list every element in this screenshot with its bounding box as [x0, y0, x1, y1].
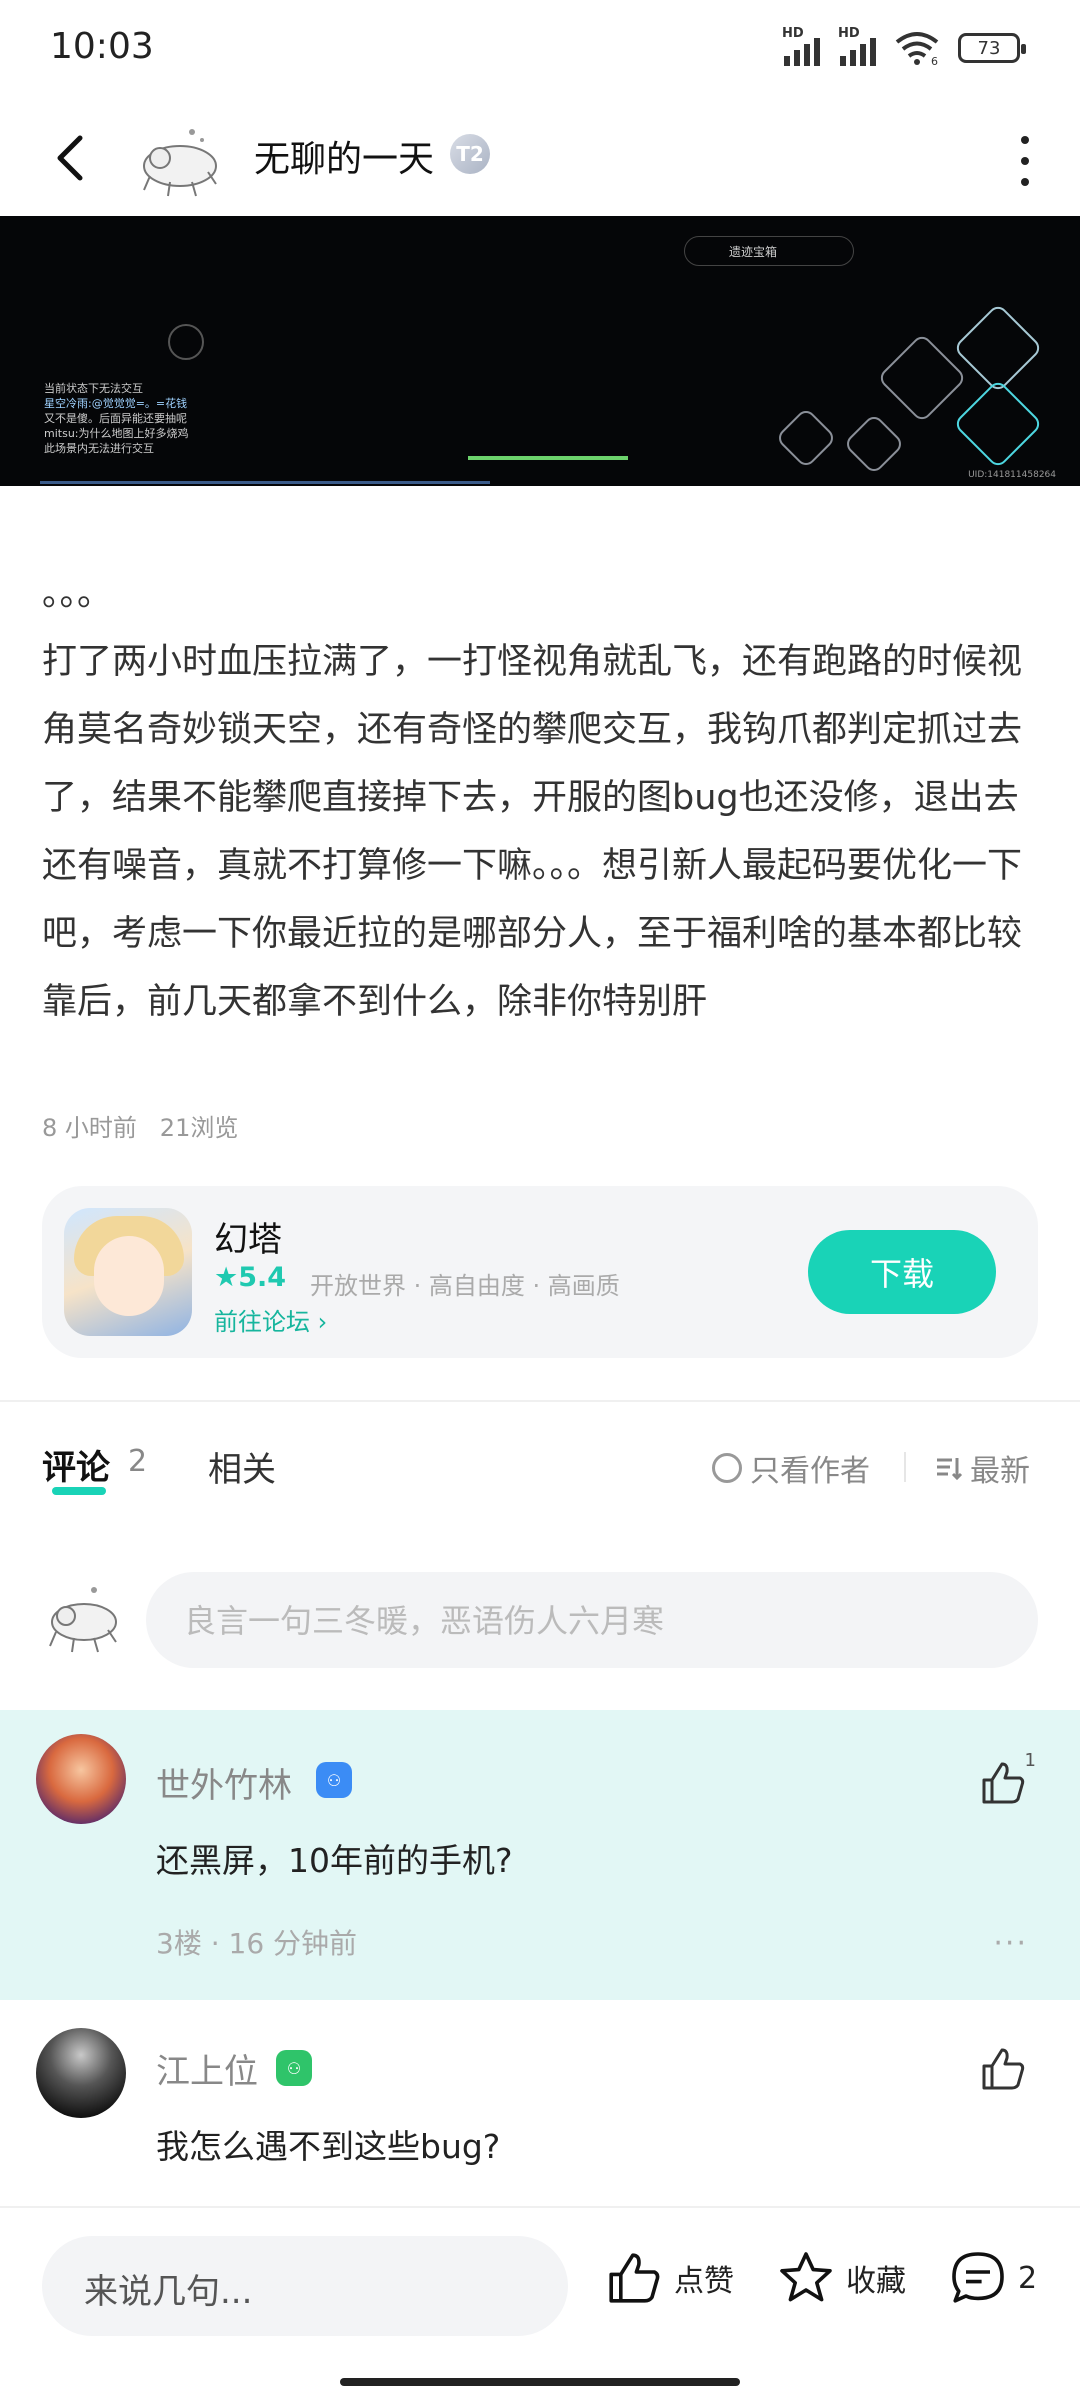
rating-value: 5.4: [238, 1262, 287, 1293]
wifi-icon: 6: [895, 32, 939, 66]
status-time: 10:03: [50, 26, 154, 67]
like-button[interactable]: 点赞: [604, 2248, 734, 2308]
comment-bubble-icon: [952, 2252, 1004, 2303]
filter-separator: [904, 1452, 906, 1482]
status-icons: HD HD 6 73: [782, 26, 1026, 66]
comment-text: 我怎么遇不到这些bug?: [156, 2127, 501, 2166]
signal-hd-label-2: HD: [838, 26, 860, 41]
comment-floor: 3楼: [156, 1927, 202, 1960]
my-avatar: [49, 1587, 117, 1653]
commenter-name[interactable]: 江上位: [156, 2044, 258, 2093]
skill-hex-icon: [774, 406, 838, 470]
post-ellipsis: 。。。: [42, 574, 113, 614]
post-meta: 8 小时前 21浏览: [42, 1108, 238, 1143]
comment-more-icon[interactable]: ···: [993, 1926, 1028, 1961]
section-divider: [0, 1400, 1080, 1402]
commenter-avatar[interactable]: [36, 2028, 126, 2118]
home-indicator: [340, 2378, 740, 2386]
game-chat-log: 当前状态下无法交互 星空冷雨:@觉觉觉=。=花钱 又不是傻。后面异能还要抽呢 m…: [44, 381, 189, 456]
download-button[interactable]: 下载: [808, 1230, 996, 1314]
signal-hd-label: HD: [782, 26, 804, 41]
commenter-avatar[interactable]: [36, 1734, 126, 1824]
post-text: 打了两小时血压拉满了，一打怪视角就乱飞，还有跑路的时候视角莫名奇妙锁天空，还有奇…: [42, 642, 1023, 1022]
game-uid: UID:141811458264: [968, 470, 1056, 480]
game-progress-line: [40, 481, 490, 484]
comments-button[interactable]: 2: [948, 2248, 1037, 2308]
author-avatar[interactable]: [130, 110, 230, 210]
gamepad-badge-icon: ⚇: [276, 2050, 312, 2086]
post-image[interactable]: 当前状态下无法交互 星空冷雨:@觉觉觉=。=花钱 又不是傻。后面异能还要抽呢 m…: [0, 216, 1080, 486]
comment-item[interactable]: 世外竹林 ⚇ 还黑屏，10年前的手机? 3楼 · 16 分钟前 1 ···: [0, 1710, 1080, 2000]
thumbs-up-icon: [609, 2253, 660, 2303]
post-views: 21浏览: [159, 1114, 239, 1142]
chat-line: 当前状态下无法交互: [44, 382, 143, 395]
game-quest-tracker: 遗迹宝箱: [684, 236, 854, 266]
forum-link-label[interactable]: 前往论坛: [214, 1308, 310, 1336]
game-app-icon[interactable]: [64, 1208, 192, 1336]
skill-hex-icon: [952, 302, 1044, 394]
comment-text: 还黑屏，10年前的手机?: [156, 1841, 513, 1880]
radio-icon: [712, 1453, 742, 1483]
like-label: 点赞: [674, 2264, 734, 2299]
more-options-icon[interactable]: [1010, 136, 1040, 186]
comment-time: 16 分钟前: [228, 1927, 358, 1960]
tab-related[interactable]: 相关: [208, 1442, 276, 1491]
favorite-button[interactable]: 收藏: [776, 2248, 906, 2308]
gamepad-badge-icon: ⚇: [316, 1762, 352, 1798]
only-author-label: 只看作者: [750, 1454, 870, 1489]
game-app-tags: 开放世界 · 高自由度 · 高画质: [310, 1272, 620, 1300]
game-app-rating: ★5.4: [214, 1262, 286, 1293]
post-content: 。。。 打了两小时血压拉满了，一打怪视角就乱飞，还有跑路的时候视角莫名奇妙锁天空…: [42, 560, 1042, 1036]
wifi-badge: 6: [931, 55, 938, 66]
post-header: 无聊的一天 T2: [0, 100, 1080, 216]
favorite-label: 收藏: [846, 2264, 906, 2299]
chat-line: 星空冷雨:@觉觉觉=。=花钱: [44, 397, 188, 410]
skill-hex-icon: [842, 412, 906, 476]
skill-hex-icon: [952, 378, 1044, 470]
tab-comments-count: 2: [128, 1444, 148, 1479]
comment-tabs: 评论 2 相关 只看作者 最新: [0, 1440, 1080, 1500]
commenter-name[interactable]: 世外竹林: [156, 1758, 292, 1807]
sort-icon: [937, 1458, 963, 1481]
author-name[interactable]: 无聊的一天: [254, 130, 434, 182]
comment-like-count: 1: [1024, 1750, 1036, 1771]
thumbs-up-icon[interactable]: [978, 2044, 1028, 2094]
back-arrow-icon[interactable]: [46, 130, 102, 186]
quick-comment-input[interactable]: 来说几句...: [42, 2236, 568, 2336]
game-app-card[interactable]: 幻塔 ★5.4 开放世界 · 高自由度 · 高画质 前往论坛 › 下载: [42, 1186, 1038, 1358]
bottom-action-bar: 来说几句... 点赞 收藏 2: [0, 2206, 1080, 2400]
battery-icon: 73: [958, 33, 1026, 63]
battery-level: 73: [977, 37, 1001, 59]
cellular-signal-icon: HD: [782, 26, 820, 66]
comments-count: 2: [1018, 2260, 1038, 2296]
tab-comments[interactable]: 评论: [42, 1440, 110, 1489]
chat-line: 此场景内无法进行交互: [44, 442, 154, 455]
chat-line: 又不是傻。后面异能还要抽呢: [44, 412, 187, 425]
game-hp-bar: [468, 456, 628, 460]
comment-item[interactable]: 江上位 ⚇ 我怎么遇不到这些bug?: [0, 2000, 1080, 2206]
cellular-signal-icon-2: HD: [838, 26, 876, 66]
chevron-right-icon: ›: [317, 1308, 328, 1336]
only-author-toggle[interactable]: 只看作者: [712, 1446, 870, 1490]
sort-button[interactable]: 最新: [934, 1446, 1030, 1490]
star-icon: ★: [214, 1262, 239, 1293]
forum-link[interactable]: 前往论坛 ›: [214, 1302, 327, 1337]
user-level-badge: T2: [450, 134, 490, 174]
post-time: 8 小时前: [42, 1114, 137, 1142]
joystick-graphic: [168, 324, 204, 360]
status-bar: 10:03 HD HD 6 73: [0, 0, 1080, 100]
comment-input[interactable]: 良言一句三冬暖，恶语伤人六月寒: [146, 1572, 1038, 1668]
thumbs-up-icon[interactable]: [978, 1758, 1028, 1808]
chat-line: mitsu:为什么地图上好多烧鸡: [44, 427, 189, 440]
comment-meta: 3楼 · 16 分钟前: [156, 1927, 358, 1960]
skill-hex-icon: [876, 332, 968, 424]
star-outline-icon: [780, 2252, 832, 2302]
sort-label: 最新: [970, 1454, 1030, 1489]
game-app-name[interactable]: 幻塔: [214, 1212, 282, 1261]
